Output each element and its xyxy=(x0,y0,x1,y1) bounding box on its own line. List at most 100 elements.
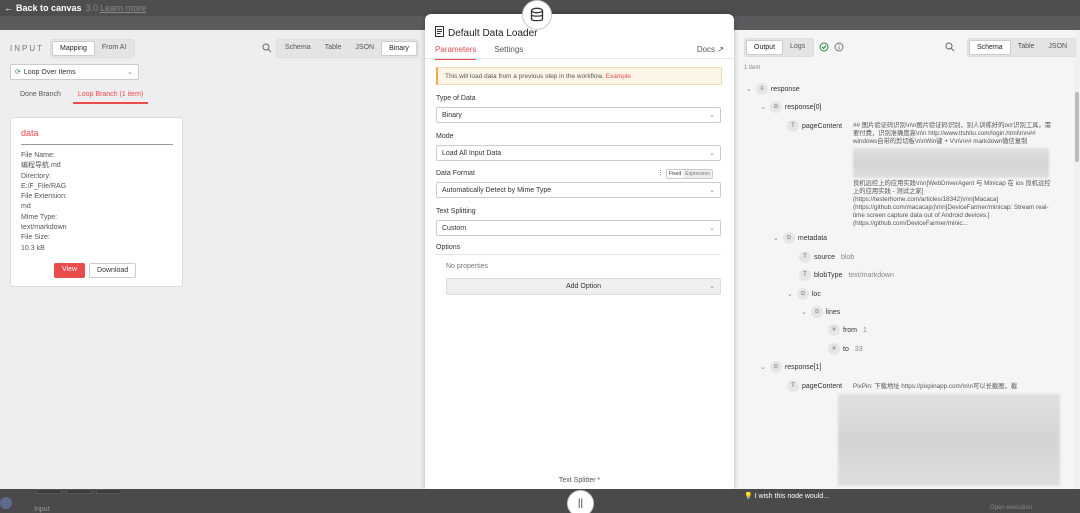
feedback-prompt[interactable]: 💡 I wish this node would... xyxy=(744,492,829,500)
info-icon[interactable] xyxy=(834,42,844,54)
tree-node-to[interactable]: # to 33 xyxy=(828,343,863,355)
tab-schema[interactable]: Schema xyxy=(969,40,1011,55)
file-size-label: File Size: xyxy=(21,234,50,242)
tree-node-page-content-1[interactable]: TpageContent xyxy=(787,380,842,392)
tab-from-ai[interactable]: From AI xyxy=(95,41,134,56)
text-type-icon: T xyxy=(799,251,811,263)
object-icon: ⊙ xyxy=(810,306,823,318)
object-icon: ⊙ xyxy=(769,101,782,113)
node-title: Default Data Loader xyxy=(435,26,538,40)
success-check-icon xyxy=(819,42,829,54)
lightbulb-icon: 💡 xyxy=(744,493,753,500)
chevron-down-icon: ⌄ xyxy=(709,150,715,157)
input-header: INPUT Mapping From AI xyxy=(10,39,136,58)
tree-node-page-content[interactable]: TpageContent xyxy=(787,120,842,132)
tab-table[interactable]: Table xyxy=(1011,40,1042,55)
text-splitting-select[interactable]: Custom ⌄ xyxy=(436,220,721,236)
tree-node-loc[interactable]: ⌄ ⊙ loc xyxy=(787,288,821,300)
output-tabs: Output Logs xyxy=(744,38,815,57)
node-select[interactable]: ⟳ Loop Over Items ⌄ xyxy=(10,64,139,80)
open-execution-link[interactable]: Open execution xyxy=(990,505,1032,511)
view-button[interactable]: View xyxy=(54,263,86,278)
file-name-label: File Name: xyxy=(21,152,55,159)
mime-type-value: text/markdown xyxy=(21,224,67,232)
add-option-button[interactable]: Add Option ⌄ xyxy=(446,278,721,295)
tree-node-response-1[interactable]: ⌄ ⊙ response[1] xyxy=(760,361,821,373)
page-content-value: ## 图片验证码识别\n\n图片验证码识别，别人训练好的ocr识别工具，需要付费… xyxy=(853,122,1056,228)
chevron-down-icon: ⌄ xyxy=(801,308,807,316)
no-properties-text: No properties xyxy=(446,263,489,270)
fixed-option[interactable]: Fixed xyxy=(667,170,683,178)
database-icon xyxy=(522,0,552,30)
directory-value: E:/F_File/RAG xyxy=(21,182,67,190)
tree-node-lines[interactable]: ⌄ ⊙ lines xyxy=(801,306,840,318)
card-actions: View Download xyxy=(54,263,137,278)
avatar xyxy=(0,497,12,509)
text-type-icon: T xyxy=(787,120,799,132)
tree-node-response-0[interactable]: ⌄ ⊙ response[0] xyxy=(760,101,821,113)
tab-binary[interactable]: Binary xyxy=(381,41,417,56)
tree-node-metadata[interactable]: ⌄ ⊙ metadata xyxy=(773,232,827,244)
example-link[interactable]: Example xyxy=(606,73,631,80)
tab-table[interactable]: Table xyxy=(318,41,349,56)
docs-link[interactable]: Docs ↗ xyxy=(697,45,724,54)
tab-logs[interactable]: Logs xyxy=(783,40,812,55)
node-settings-panel: Default Data Loader Parameters Settings … xyxy=(425,14,734,489)
tab-done-branch[interactable]: Done Branch xyxy=(20,91,61,104)
object-icon: ⊙ xyxy=(782,232,795,244)
learn-more-link[interactable]: Learn more xyxy=(100,3,146,13)
chevron-down-icon: ⌄ xyxy=(787,290,793,298)
data-format-select[interactable]: Automatically Detect by Mime Type ⌄ xyxy=(436,182,721,198)
output-view-toolbar: Schema Table JSON xyxy=(945,38,1077,57)
tab-loop-branch[interactable]: Loop Branch (1 item) xyxy=(72,91,149,104)
number-type-icon: # xyxy=(828,343,840,355)
text-splitting-label: Text Splitting xyxy=(436,208,476,215)
pause-icon: || xyxy=(577,498,584,509)
search-icon[interactable] xyxy=(945,42,955,54)
chevron-down-icon: ⌄ xyxy=(760,103,766,111)
more-options-icon[interactable]: ⋮ xyxy=(657,169,664,177)
output-header: Output Logs xyxy=(744,38,844,57)
object-icon: ⊙ xyxy=(796,288,809,300)
pause-button[interactable]: || xyxy=(567,490,594,513)
chevron-down-icon: ⌄ xyxy=(709,283,715,290)
input-label: Input xyxy=(34,506,50,513)
input-pills xyxy=(36,489,126,495)
document-icon xyxy=(435,26,444,40)
chevron-down-icon: ⌄ xyxy=(746,85,752,93)
chevron-down-icon: ⌄ xyxy=(709,112,715,119)
external-link-icon: ↗ xyxy=(717,45,724,54)
source-value: blob xyxy=(841,253,855,261)
arrow-left-icon: ← xyxy=(4,3,13,13)
card-title: data xyxy=(21,128,39,138)
pill xyxy=(96,489,122,494)
tab-mapping[interactable]: Mapping xyxy=(52,41,95,56)
tab-json[interactable]: JSON xyxy=(348,41,381,56)
page-content-text-top: ## 图片验证码识别\n\n图片验证码识别，别人训练好的ocr识别工具，需要付费… xyxy=(853,122,1052,145)
tab-schema[interactable]: Schema xyxy=(278,41,318,56)
download-button[interactable]: Download xyxy=(89,263,137,278)
branch-tabs: Done Branch Loop Branch (1 item) xyxy=(20,91,149,104)
input-mode-tabs: Mapping From AI xyxy=(50,39,136,58)
type-of-data-select[interactable]: Binary ⌄ xyxy=(436,107,721,123)
scrollbar-thumb[interactable] xyxy=(1075,92,1079,162)
mode-select[interactable]: Load All Input Data ⌄ xyxy=(436,145,721,161)
tree-node-response[interactable]: ⌄ ≡ response xyxy=(746,83,800,95)
text-splitter-label: Text Splitter * xyxy=(558,477,601,484)
fixed-expression-toggle[interactable]: Fixed Expression xyxy=(666,169,713,179)
input-title: INPUT xyxy=(10,44,44,53)
tab-output[interactable]: Output xyxy=(746,40,784,55)
tab-json[interactable]: JSON xyxy=(1041,40,1074,55)
object-icon: ⊙ xyxy=(769,361,782,373)
tree-node-source[interactable]: Tsource blob xyxy=(799,251,854,263)
tree-node-from[interactable]: # from 1 xyxy=(828,324,867,336)
expression-option[interactable]: Expression xyxy=(683,170,712,178)
mime-type-label: Mime Type: xyxy=(21,213,58,221)
tree-node-blobtype[interactable]: TblobType text/markdown xyxy=(799,269,894,281)
back-to-canvas-button[interactable]: ← Back to canvas xyxy=(4,3,82,13)
output-view-tabs: Schema Table JSON xyxy=(967,38,1077,57)
scrollbar[interactable] xyxy=(1074,30,1080,489)
list-icon: ≡ xyxy=(755,83,768,95)
number-type-icon: # xyxy=(828,324,840,336)
search-icon[interactable] xyxy=(262,43,272,55)
